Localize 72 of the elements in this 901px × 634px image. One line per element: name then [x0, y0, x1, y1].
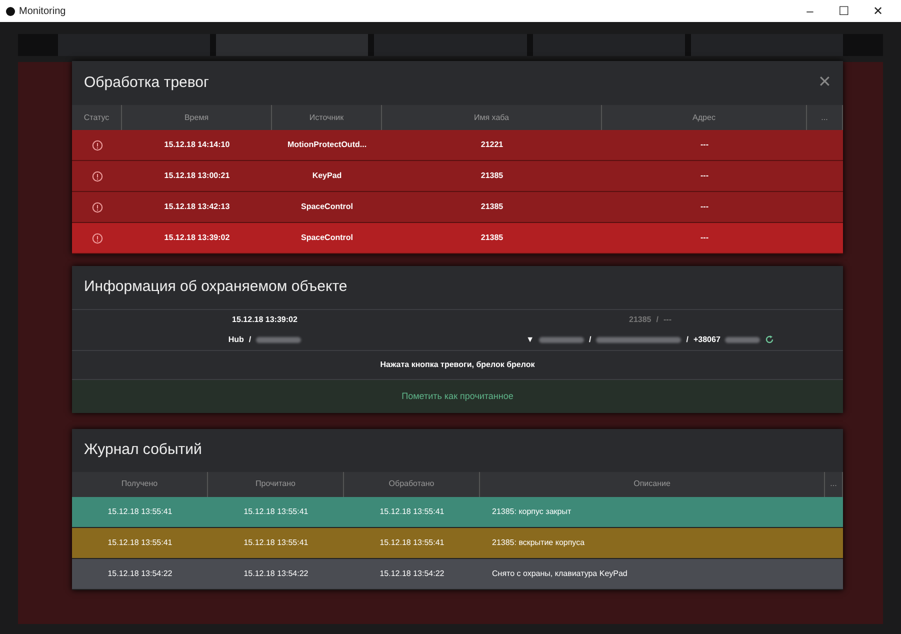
mark-read-button[interactable]: Пометить как прочитанное	[72, 380, 843, 413]
table-cell: 15.12.18 13:39:02	[122, 223, 272, 254]
table-cell: 15.12.18 13:54:22	[344, 558, 480, 590]
dropdown-arrow[interactable]: ▼	[526, 334, 534, 346]
status-cell[interactable]	[72, 130, 122, 161]
table-cell: 15.12.18 14:14:10	[122, 130, 272, 161]
column-header[interactable]: Время	[122, 105, 272, 130]
table-cell: 21385	[382, 192, 602, 223]
status-cell[interactable]	[72, 161, 122, 192]
refresh-icon[interactable]	[765, 335, 774, 344]
table-cell: 15.12.18 13:55:41	[208, 528, 344, 558]
table-cell: ---	[602, 223, 807, 254]
table-cell: MotionProtectOutd...	[272, 130, 382, 161]
column-header[interactable]: ...	[825, 472, 843, 496]
app-icon	[6, 6, 15, 16]
table-cell: 21385: корпус закрыт	[480, 496, 825, 528]
table-cell: 15.12.18 13:55:41	[72, 528, 208, 558]
column-header[interactable]: Статус	[72, 105, 122, 130]
table-cell: 15.12.18 13:55:41	[72, 496, 208, 528]
redacted-mark	[539, 336, 584, 342]
column-header[interactable]: Прочитано	[208, 472, 344, 496]
table-cell: 15.12.18 13:55:41	[344, 528, 480, 558]
panel-title: Информация об охраняемом объекте	[84, 277, 348, 297]
redacted-mark	[256, 336, 302, 342]
panel-title: Обработка тревог	[84, 72, 209, 93]
date-time: 15.12.18 13:39:02	[232, 314, 298, 326]
hub-label: Hub	[228, 334, 244, 346]
alert-icon	[92, 202, 102, 212]
close-button[interactable]: ✕	[818, 71, 831, 95]
column-header[interactable]: Получено	[72, 472, 208, 496]
status-cell[interactable]	[72, 192, 122, 223]
table-cell: 15.12.18 13:42:13	[122, 192, 272, 223]
table-cell: 15.12.18 13:54:22	[208, 558, 344, 590]
panel-title: Журнал событий	[84, 440, 202, 460]
separator-text: /	[248, 334, 252, 346]
separator-text: /	[686, 334, 688, 346]
table-cell: 15.12.18 13:54:22	[72, 558, 208, 590]
column-header[interactable]: Адрес	[602, 105, 807, 130]
table-cell: 15.12.18 13:55:41	[208, 496, 344, 528]
hub-text: /	[656, 314, 658, 326]
table-cell: 21385	[382, 223, 602, 254]
column-header[interactable]: Описание	[480, 472, 825, 496]
column-header[interactable]: Источник	[272, 105, 382, 130]
table-cell: KeyPad	[272, 161, 382, 192]
column-header[interactable]: ...	[807, 105, 843, 130]
table-cell: SpaceControl	[272, 192, 382, 223]
hub-text: ---	[663, 314, 672, 326]
table-cell: SpaceControl	[272, 223, 382, 254]
phone-text: +38067	[693, 334, 720, 346]
table-cell: 21221	[382, 130, 602, 161]
minimize-button[interactable]: –	[793, 2, 827, 20]
hub-text: 21385	[629, 314, 652, 326]
column-header[interactable]: Имя хаба	[382, 105, 602, 130]
table-cell: 21385: вскрытие корпуса	[480, 528, 825, 558]
table-cell: ---	[602, 161, 807, 192]
maximize-button[interactable]: ☐	[827, 2, 861, 20]
alert-icon	[92, 232, 102, 244]
close-button[interactable]: ✕	[861, 2, 895, 20]
table-cell: ---	[602, 192, 807, 223]
table-cell: 21385	[382, 161, 602, 192]
column-header[interactable]: Обработано	[344, 472, 480, 496]
redacted-mark	[725, 336, 760, 342]
table-cell: Снято с охраны, клавиатура KeyPad	[480, 558, 825, 590]
alert-icon	[92, 140, 102, 150]
separator-text: /	[589, 334, 592, 346]
table-cell: ---	[602, 130, 807, 161]
table-cell: 15.12.18 13:00:21	[122, 161, 272, 192]
table-cell: 15.12.18 13:55:41	[344, 496, 480, 528]
alarm-message: Нажата кнопка тревоги, брелок брелок	[72, 350, 843, 380]
window-title: Monitoring	[19, 4, 66, 18]
status-cell[interactable]	[72, 223, 122, 254]
alert-icon	[92, 170, 102, 182]
